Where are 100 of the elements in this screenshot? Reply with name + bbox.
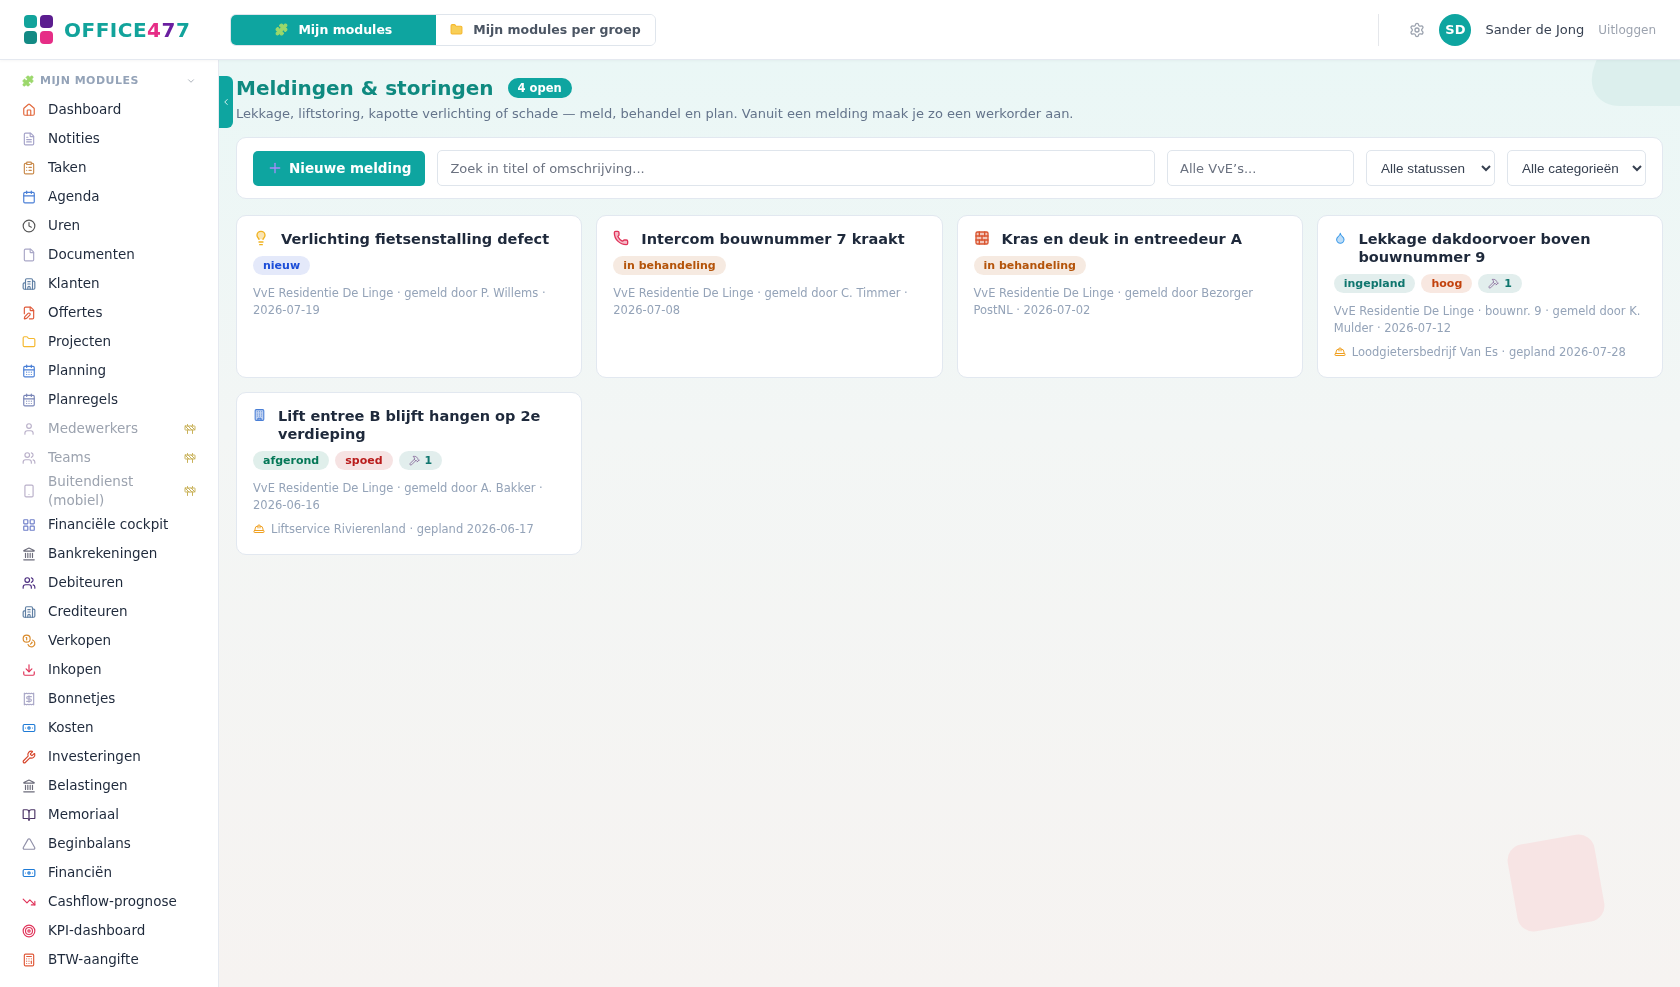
report-card[interactable]: Lekkage dakdoorvoer boven bouwnummer 9 ingepland hoog 1 VvE Residentie De Linge · bouwnr. 9 · gemeld door K. Mulder · 2026-07-12 Loodgietersbedrijf Van Es · gepland 2026-07-28 <box>1316 215 1663 378</box>
work-order-count: 1 <box>1478 274 1522 293</box>
status-tag: in behandeling <box>973 256 1086 275</box>
sidebar-item[interactable]: Kosten <box>22 713 196 742</box>
card-title: Lekkage dakdoorvoer boven bouwnummer 9 <box>1358 230 1592 266</box>
status-tag: spoed <box>335 451 393 470</box>
puzzle-icon <box>275 23 289 36</box>
hammer-icon <box>1488 278 1500 289</box>
receipt-icon <box>22 691 36 706</box>
section-label: MIJN MODULES <box>40 74 140 87</box>
plus-icon <box>267 160 283 176</box>
phone-icon <box>613 230 630 246</box>
sidebar-item[interactable]: Cashflow-prognose <box>22 887 196 916</box>
calendar-icon <box>22 363 36 378</box>
bank-icon <box>22 546 36 561</box>
people-icon <box>22 450 36 465</box>
hammer-icon <box>408 455 420 466</box>
note-icon <box>22 131 36 146</box>
book-icon <box>22 807 36 822</box>
status-select[interactable]: Alle statussen <box>1366 150 1495 186</box>
work-order-count: 1 <box>398 451 443 470</box>
construction-icon <box>184 422 196 435</box>
card-meta: VvE Residentie De Linge · gemeld door A. Bakker · 2026-06-16 <box>253 480 544 514</box>
document-icon <box>22 247 36 262</box>
sidebar-item[interactable]: Taken <box>22 153 196 182</box>
planned-text: Liftservice Rivierenland · gepland 2026-06-17 <box>271 522 534 536</box>
card-title: Lift entree B blijft hangen op 2e verdieping <box>277 407 542 443</box>
sidebar-item[interactable]: Investeringen <box>22 742 196 771</box>
card-title: Verlichting fietsenstalling defect <box>281 230 550 248</box>
document-pen-icon <box>22 305 36 320</box>
sidebar-item[interactable]: Klanten <box>22 269 196 298</box>
category-select[interactable]: Alle categorieën <box>1507 150 1646 186</box>
sidebar-item[interactable]: Planregels <box>22 385 196 414</box>
worker-icon <box>253 523 265 535</box>
person-icon <box>22 421 36 436</box>
status-tag: nieuw <box>253 256 311 275</box>
building-icon <box>22 604 36 619</box>
calendar-icon <box>22 189 36 204</box>
sidebar-item[interactable]: Beginbalans <box>22 829 196 858</box>
card-meta: VvE Residentie De Linge · gemeld door P. Willems · 2026-07-19 <box>253 285 547 319</box>
clipboard-icon <box>22 160 36 175</box>
vve-field[interactable]: Alle VvE’s... <box>1167 150 1354 186</box>
card-title: Intercom bouwnummer 7 kraakt <box>641 230 905 248</box>
planned-text: Loodgietersbedrijf Van Es · gepland 2026-07-28 <box>1351 345 1626 359</box>
logo-icon <box>24 14 54 45</box>
card-meta: VvE Residentie De Linge · gemeld door Bezorger PostNL · 2026-07-02 <box>973 285 1254 319</box>
settings-icon[interactable] <box>1409 21 1426 38</box>
report-card[interactable]: Verlichting fietsenstalling defect nieuw VvE Residentie De Linge · gemeld door P. Willems · 2026-07-19 <box>236 215 583 378</box>
status-tag: in behandeling <box>613 256 726 275</box>
sidebar-item[interactable]: Debiteuren <box>22 568 196 597</box>
report-card[interactable]: Intercom bouwnummer 7 kraakt in behandeling VvE Residentie De Linge · gemeld door C. Timmer · 2026-07-08 <box>596 215 943 378</box>
sidebar-item[interactable]: Inkopen <box>22 655 196 684</box>
sidebar-item[interactable]: Financiën <box>22 858 196 887</box>
folder-icon <box>450 23 464 36</box>
sidebar-item[interactable]: Offertes <box>22 298 196 327</box>
puzzle-icon <box>22 74 34 87</box>
sidebar-item[interactable]: Crediteuren <box>22 597 196 626</box>
card-meta: VvE Residentie De Linge · bouwnr. 9 · gemeld door K. Mulder · 2026-07-12 <box>1333 303 1642 337</box>
calendar-icon <box>22 392 36 407</box>
report-card[interactable]: Lift entree B blijft hangen op 2e verdieping afgerond spoed 1 VvE Residentie De Linge · gemeld door A. Bakker · 2026-06-16 Liftservice Rivierenland · gepland 2026-06-17 <box>236 392 583 555</box>
page-title: Meldingen & storingen <box>236 76 494 100</box>
sidebar-item[interactable]: Bonnetjes <box>22 684 196 713</box>
report-card[interactable]: Kras en deuk in entreedeur A in behandeling VvE Residentie De Linge · gemeld door Bezorger PostNL · 2026-07-02 <box>956 215 1303 378</box>
people-icon <box>22 575 36 590</box>
sidebar-item[interactable]: Planning <box>22 356 196 385</box>
sidebar-item[interactable]: Verkopen <box>22 626 196 655</box>
sidebar-item[interactable]: Memoriaal <box>22 800 196 829</box>
sidebar-item[interactable]: Notities <box>22 124 196 153</box>
sidebar-item[interactable]: Belastingen <box>22 771 196 800</box>
card-meta: VvE Residentie De Linge · gemeld door C. Timmer · 2026-07-08 <box>613 285 909 319</box>
target-icon <box>22 923 36 938</box>
card-title: Kras en deuk in entreedeur A <box>1001 230 1242 248</box>
status-tag: ingepland <box>1333 274 1416 293</box>
house-icon <box>22 102 36 117</box>
sidebar-item[interactable]: Documenten <box>22 240 196 269</box>
logo-text: OFFICE477 <box>64 17 191 42</box>
sidebar-item[interactable]: Dashboard <box>22 95 196 124</box>
clock-icon <box>22 218 36 233</box>
droplet-icon <box>1333 230 1347 246</box>
user-name: Sander de Jong <box>1485 22 1585 37</box>
sidebar-item[interactable]: KPI-dashboard <box>22 916 196 945</box>
user-avatar: SD <box>1439 13 1472 46</box>
folder-icon <box>22 334 36 349</box>
sidebar-item[interactable]: BTW-aangifte <box>22 945 196 974</box>
inbox-icon <box>22 662 36 677</box>
construction-icon <box>184 485 196 497</box>
search-field[interactable]: Zoek in titel of omschrijving... <box>437 150 1155 186</box>
building-icon <box>22 276 36 291</box>
sidebar-item[interactable]: Financiële cockpit <box>22 510 196 539</box>
status-tag: afgerond <box>253 451 330 470</box>
sidebar-item[interactable]: Projecten <box>22 327 196 356</box>
collapse-handle[interactable] <box>219 76 233 128</box>
sidebar-item[interactable]: Uren <box>22 211 196 240</box>
sidebar-item[interactable]: Agenda <box>22 182 196 211</box>
phone-icon <box>22 484 36 498</box>
sidebar-item[interactable]: Bankrekeningen <box>22 539 196 568</box>
lightbulb-icon <box>253 230 269 246</box>
worker-icon <box>1333 346 1346 358</box>
bank-icon <box>22 778 36 793</box>
construction-icon <box>184 451 196 464</box>
